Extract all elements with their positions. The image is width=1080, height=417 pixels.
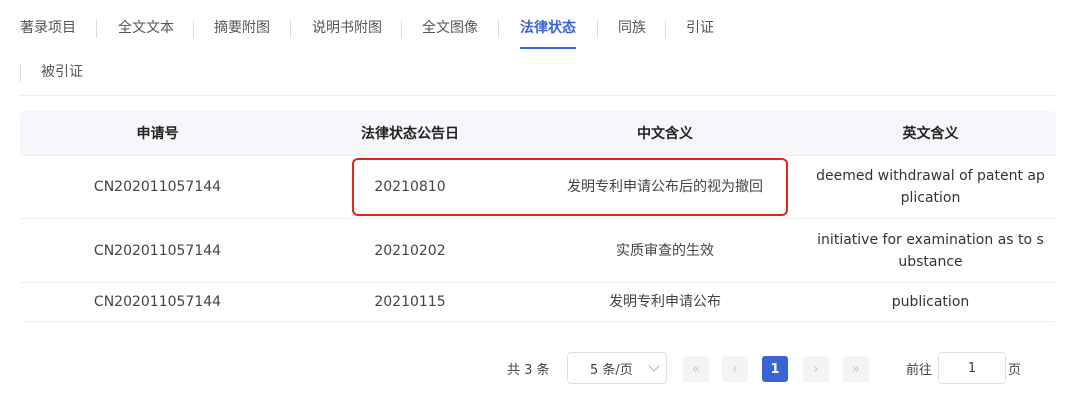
cell-chinese-meaning: 发明专利申请公布 bbox=[609, 294, 721, 310]
tab-separator bbox=[665, 20, 666, 38]
cell-english-meaning: publication bbox=[891, 294, 970, 310]
double-chevron-left-icon: « bbox=[692, 361, 700, 377]
active-tab-underline bbox=[520, 47, 576, 49]
chevron-down-icon bbox=[648, 360, 660, 372]
tab-separator bbox=[193, 20, 194, 38]
chevron-left-icon: ‹ bbox=[732, 361, 738, 377]
cell-application-number: CN202011057144 bbox=[93, 179, 222, 195]
tab-full-image[interactable]: 全文图像 bbox=[422, 18, 478, 38]
cell-announcement-date: 20210810 bbox=[374, 179, 446, 195]
tab-separator bbox=[290, 20, 291, 38]
cell-announcement-date: 20210115 bbox=[374, 294, 446, 310]
column-header-chinese-meaning: 中文含义 bbox=[637, 126, 693, 142]
tab-cited-by[interactable]: 被引证 bbox=[41, 62, 83, 82]
page-suffix-label: 页 bbox=[1008, 363, 1022, 378]
page-number-button[interactable]: 1 bbox=[762, 356, 788, 382]
goto-page-input[interactable] bbox=[938, 352, 1006, 384]
tab-full-text[interactable]: 全文文本 bbox=[118, 18, 174, 38]
goto-label: 前往 bbox=[906, 363, 933, 378]
tab-separator bbox=[20, 64, 21, 82]
last-page-button[interactable]: » bbox=[843, 356, 869, 382]
page-size-select[interactable]: 5 条/页 bbox=[567, 352, 667, 384]
cell-announcement-date: 20210202 bbox=[374, 242, 446, 259]
prev-page-button[interactable]: ‹ bbox=[722, 356, 748, 382]
total-count: 共 3 条 bbox=[507, 363, 550, 378]
table-row: CN202011057144 20210810 发明专利申请公布后的视为撤回 d… bbox=[20, 156, 1056, 219]
tab-description-figures[interactable]: 说明书附图 bbox=[312, 18, 382, 38]
table-row: CN202011057144 20210202 实质审查的生效 initiati… bbox=[20, 219, 1056, 283]
tab-citations[interactable]: 引证 bbox=[686, 18, 714, 38]
cell-application-number: CN202011057144 bbox=[93, 294, 222, 310]
tab-bibliographic[interactable]: 著录项目 bbox=[20, 18, 76, 38]
tab-separator bbox=[597, 20, 598, 38]
pagination: 共 3 条 5 条/页 « ‹ 1 › » 前往 页 bbox=[0, 352, 1080, 386]
cell-english-meaning: deemed withdrawal of patent application bbox=[816, 168, 1045, 206]
tab-separator bbox=[96, 20, 97, 38]
tab-family[interactable]: 同族 bbox=[618, 18, 646, 38]
column-header-application-number: 申请号 bbox=[136, 126, 179, 142]
tab-divider bbox=[20, 95, 1056, 96]
tab-separator bbox=[401, 20, 402, 38]
chevron-right-icon: › bbox=[813, 361, 819, 377]
cell-chinese-meaning: 发明专利申请公布后的视为撤回 bbox=[567, 179, 763, 195]
next-page-button[interactable]: › bbox=[803, 356, 829, 382]
legal-status-table: 申请号 法律状态公告日 中文含义 英文含义 CN202011057144 202… bbox=[20, 111, 1056, 322]
table-row: CN202011057144 20210115 发明专利申请公布 publica… bbox=[20, 283, 1056, 322]
page-size-value: 5 条/页 bbox=[590, 362, 633, 378]
tab-bar: 著录项目 全文文本 摘要附图 说明书附图 全文图像 法律状态 同族 引证 被引证 bbox=[0, 0, 1080, 96]
double-chevron-right-icon: » bbox=[852, 361, 860, 377]
cell-application-number: CN202011057144 bbox=[93, 242, 222, 259]
tab-abstract-figure[interactable]: 摘要附图 bbox=[214, 18, 270, 38]
cell-english-meaning: initiative for examination as to substan… bbox=[817, 231, 1044, 270]
column-header-english-meaning: 英文含义 bbox=[902, 126, 959, 142]
table-header: 申请号 法律状态公告日 中文含义 英文含义 bbox=[20, 111, 1056, 156]
first-page-button[interactable]: « bbox=[683, 356, 709, 382]
cell-chinese-meaning: 实质审查的生效 bbox=[616, 242, 714, 259]
tab-separator bbox=[498, 20, 499, 38]
tab-legal-status[interactable]: 法律状态 bbox=[520, 18, 576, 38]
column-header-announcement-date: 法律状态公告日 bbox=[361, 126, 459, 142]
